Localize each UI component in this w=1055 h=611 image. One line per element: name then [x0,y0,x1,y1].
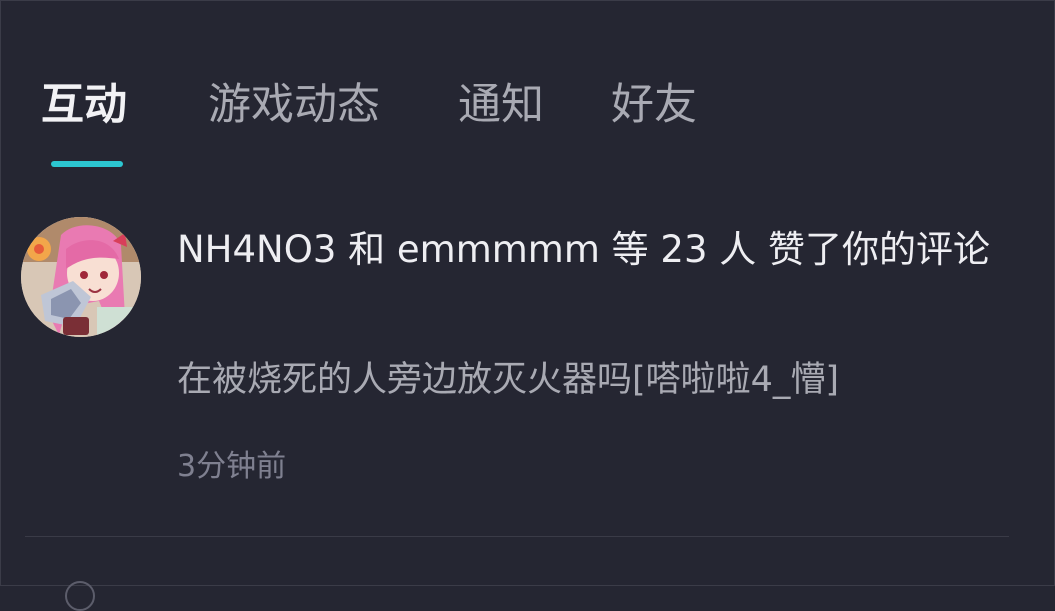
tab-game-activity[interactable]: 游戏动态 [208,77,380,133]
avatar[interactable] [21,217,141,337]
user-avatar-icon [21,217,141,337]
tab-bar: 互动 游戏动态 通知 好友 [1,1,1055,181]
tab-friends[interactable]: 好友 [611,77,697,133]
notification-panel: 互动 游戏动态 通知 好友 NH4NO3 和 emmmmm 等 23 人 赞了你… [0,0,1055,611]
tab-interaction[interactable]: 互动 [41,77,127,133]
notification-time: 3分钟前 [177,449,287,484]
tab-notifications[interactable]: 通知 [458,77,544,133]
notification-quote: 在被烧死的人旁边放灭火器吗[嗒啦啦4_懵] [177,360,840,400]
notification-title: NH4NO3 和 emmmmm 等 23 人 赞了你的评论 [177,228,991,271]
divider [25,536,1009,537]
notification-item[interactable]: NH4NO3 和 emmmmm 等 23 人 赞了你的评论 在被烧死的人旁边放灭… [1,201,1055,537]
active-tab-indicator [51,161,123,167]
